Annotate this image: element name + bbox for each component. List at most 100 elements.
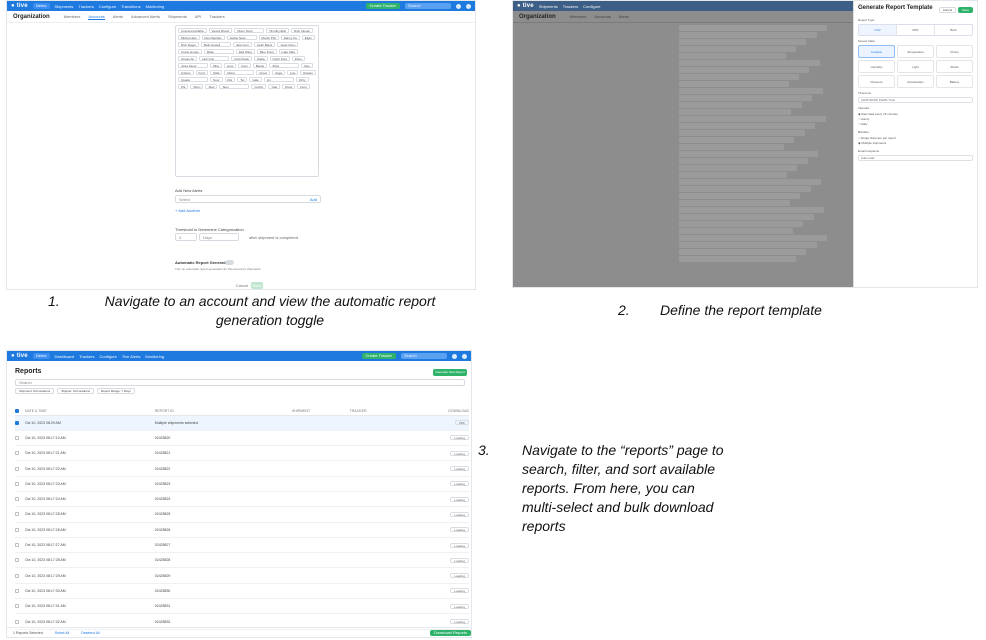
- threshold-unit-select[interactable]: Days: [199, 233, 239, 241]
- member-tag[interactable]: Mona: [224, 70, 255, 75]
- download-reports-button[interactable]: Download Reports: [430, 629, 471, 636]
- row-select-cell[interactable]: [15, 522, 25, 538]
- member-tag[interactable]: Jackie Ness: [226, 35, 257, 40]
- help-icon[interactable]: [452, 353, 457, 359]
- nav-monitoring[interactable]: Monitoring: [146, 4, 165, 9]
- row-checkbox[interactable]: [15, 558, 19, 563]
- row-checkbox[interactable]: [15, 420, 19, 425]
- member-tag[interactable]: Lyle: [287, 70, 299, 75]
- report-type-both[interactable]: Both: [935, 25, 972, 35]
- nav-trackers[interactable]: Trackers: [563, 4, 578, 9]
- report-type-csv[interactable]: CSV: [859, 25, 897, 35]
- filter-shipper[interactable]: Shipper: All Locations: [57, 388, 95, 394]
- table-row[interactable]: Oct 10, 2023 08:17:10 AM 02425820 Loading: [15, 430, 469, 447]
- row-download-button[interactable]: Loading: [450, 573, 469, 579]
- row-download-button[interactable]: Loading: [450, 511, 469, 517]
- tab-api[interactable]: API: [195, 14, 201, 19]
- nav-configure[interactable]: Configure: [583, 4, 600, 9]
- member-tag[interactable]: Rowan: [300, 70, 316, 75]
- table-row[interactable]: Oct 10, 2023 08:17:28 AM 02425828 Loading: [15, 552, 469, 569]
- member-tag[interactable]: Baxter: [252, 63, 268, 68]
- row-checkbox[interactable]: [15, 527, 19, 532]
- nav-tive-alerts[interactable]: Tive Alerts: [122, 354, 141, 359]
- avatar[interactable]: [466, 3, 471, 9]
- row-checkbox[interactable]: [15, 619, 19, 624]
- sensor-temperature[interactable]: Temperature: [897, 45, 934, 58]
- drawer-cancel-button[interactable]: Cancel: [938, 7, 957, 13]
- table-row[interactable]: Oct 10, 2023 08:29 AM Multiple shipments …: [15, 415, 469, 431]
- col-report-id[interactable]: REPORT ID: [154, 407, 293, 416]
- nav-transitions[interactable]: Transitions: [121, 4, 140, 9]
- member-tag[interactable]: Vega: [272, 70, 285, 75]
- sensor-light[interactable]: Light: [897, 60, 934, 73]
- row-checkbox[interactable]: [15, 466, 19, 471]
- row-select-cell[interactable]: [15, 567, 25, 584]
- row-download-button[interactable]: Loading: [450, 557, 469, 563]
- member-tag[interactable]: Pia: [178, 84, 189, 89]
- member-tag[interactable]: Red Wing: [235, 49, 255, 54]
- nav-trackers[interactable]: Trackers: [79, 354, 94, 359]
- member-tag[interactable]: Stella: [254, 56, 268, 61]
- row-download-button[interactable]: Loading: [450, 603, 469, 609]
- search-input[interactable]: Search: [405, 3, 451, 9]
- member-tag[interactable]: Noor: [210, 77, 223, 82]
- auto-report-toggle[interactable]: [225, 260, 234, 265]
- row-select-cell[interactable]: [15, 491, 25, 508]
- nav-trackers[interactable]: Trackers: [78, 4, 93, 9]
- member-tag[interactable]: Blue Point: [256, 49, 277, 54]
- search-input[interactable]: Search: [401, 353, 447, 359]
- report-type-pdf[interactable]: PDF: [897, 25, 935, 35]
- row-download-button[interactable]: PDF: [455, 420, 469, 426]
- table-row[interactable]: Oct 10, 2023 08:17:29 AM 02425829 Loading: [15, 567, 469, 584]
- row-checkbox[interactable]: [15, 497, 19, 502]
- member-tag[interactable]: Tor: [237, 77, 248, 82]
- table-row[interactable]: Oct 10, 2023 08:17:31 AM 02425831 Loading: [15, 598, 469, 615]
- member-tag[interactable]: North Post: [269, 56, 290, 61]
- row-download-button[interactable]: Loading: [450, 466, 469, 472]
- report-type-segmented[interactable]: CSV PDF Both: [858, 24, 973, 36]
- add-alert-button[interactable]: Add: [310, 196, 317, 203]
- help-icon[interactable]: [456, 3, 461, 9]
- tab-accounts[interactable]: Accounts: [594, 14, 610, 19]
- row-checkbox[interactable]: [15, 481, 19, 486]
- row-select-cell[interactable]: [15, 476, 25, 492]
- nav-shipments[interactable]: Shipments: [55, 4, 74, 9]
- filter-report-range[interactable]: Report Range: 7 Days: [97, 388, 135, 394]
- generate-new-report-button[interactable]: Generate New Report: [433, 369, 467, 376]
- col-date[interactable]: DATE & TIME: [25, 407, 155, 416]
- table-row[interactable]: Oct 10, 2023 08:17:27 AM 02425827 Loading: [15, 537, 469, 554]
- member-tag[interactable]: Dos Reptiles: [201, 35, 225, 40]
- member-tag[interactable]: Yael: [268, 84, 281, 89]
- tab-alerts[interactable]: Alerts: [113, 14, 123, 19]
- row-checkbox[interactable]: [15, 573, 19, 578]
- nav-dashboard[interactable]: Dashboard: [55, 354, 75, 359]
- member-tag[interactable]: Jean Kerr: [233, 42, 253, 47]
- sensor-probe[interactable]: Probe: [936, 45, 973, 58]
- member-tag[interactable]: Fenn: [297, 84, 310, 89]
- select-all-header[interactable]: [15, 407, 25, 416]
- member-tag[interactable]: Mako: [203, 49, 234, 54]
- row-checkbox[interactable]: [15, 435, 19, 440]
- filter-shipment[interactable]: Shipment: All Locations: [15, 388, 55, 394]
- avatar[interactable]: [462, 353, 467, 359]
- member-tag[interactable]: Quade: [178, 77, 208, 82]
- tab-alerts[interactable]: Alerts: [619, 14, 629, 19]
- member-tag[interactable]: Rick Cluster: [291, 28, 314, 33]
- table-row[interactable]: Oct 10, 2023 08:17:24 AM 02425824 Loading: [15, 491, 469, 508]
- member-tag[interactable]: Hub One: [199, 56, 230, 61]
- sensor-humidity[interactable]: Humidity: [858, 60, 895, 73]
- row-select-cell[interactable]: [15, 583, 25, 600]
- row-checkbox[interactable]: [15, 543, 19, 548]
- member-tag[interactable]: Sten: [219, 84, 250, 89]
- nav-shipments[interactable]: Shipments: [539, 4, 558, 9]
- member-tag[interactable]: Abel: [205, 84, 218, 89]
- table-row[interactable]: Oct 10, 2023 08:17:22 AM 02425822 Loading: [15, 460, 469, 477]
- member-tag[interactable]: Lin: [263, 77, 294, 82]
- timezone-select[interactable]: (GMT-08:00) Pacific Time: [858, 97, 973, 103]
- table-row[interactable]: Oct 10, 2023 08:17:21 AM 02425821 Loading: [15, 445, 469, 462]
- member-tag[interactable]: Timothy Ellis: [266, 28, 290, 33]
- row-download-button[interactable]: Loading: [450, 435, 469, 441]
- row-download-button[interactable]: Loading: [450, 496, 469, 502]
- sensor-battery[interactable]: Battery: [936, 75, 973, 88]
- row-download-button[interactable]: Loading: [450, 542, 469, 548]
